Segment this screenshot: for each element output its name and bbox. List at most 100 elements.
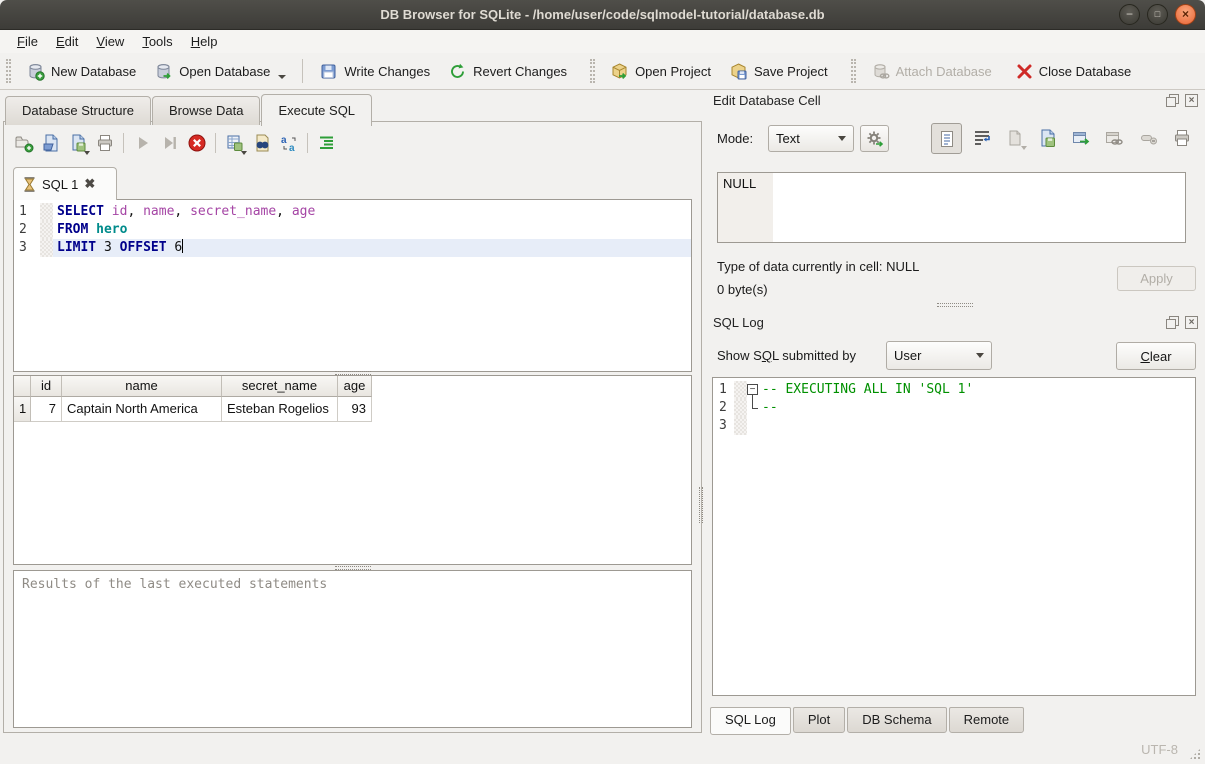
format-icon xyxy=(317,133,337,153)
toolbar-separator xyxy=(123,133,124,153)
text-document-icon xyxy=(937,129,957,149)
line-number: 2 xyxy=(713,399,734,417)
dock-close-icon[interactable]: × xyxy=(1185,94,1198,107)
replace-icon: aa xyxy=(279,133,299,153)
main-tab-widget: Database Structure Browse Data Execute S… xyxy=(0,90,705,735)
pane-splitter[interactable] xyxy=(698,470,703,540)
open-external-button[interactable] xyxy=(1067,125,1094,151)
column-header-secret-name[interactable]: secret_name xyxy=(222,376,338,397)
editor-line-current: 3 LIMIT 3 OFFSET 6 xyxy=(14,239,691,257)
cell-value-editor[interactable]: NULL xyxy=(717,172,1186,243)
tab-execute-sql[interactable]: Execute SQL xyxy=(261,94,372,126)
dock-float-icon[interactable] xyxy=(1166,94,1179,107)
column-header-age[interactable]: age xyxy=(338,376,372,397)
dock-close-icon[interactable]: × xyxy=(1185,316,1198,329)
log-line: 1 −-- EXECUTING ALL IN 'SQL 1' xyxy=(713,381,1195,399)
tab-db-schema[interactable]: DB Schema xyxy=(847,707,946,733)
auto-apply-button[interactable] xyxy=(860,125,889,152)
sql-editor[interactable]: 1 SELECT id, name, secret_name, age 2 FR… xyxy=(13,199,692,372)
toolbar-drag-handle[interactable] xyxy=(590,59,595,83)
close-button[interactable]: × xyxy=(1175,4,1196,25)
tab-plot[interactable]: Plot xyxy=(793,707,845,733)
save-file-dropdown-caret[interactable] xyxy=(84,151,90,155)
log-line: 2 -- xyxy=(713,399,1195,417)
column-header-name[interactable]: name xyxy=(62,376,222,397)
find-button[interactable] xyxy=(248,130,275,156)
format-sql-button[interactable] xyxy=(313,130,340,156)
column-header-id[interactable]: id xyxy=(31,376,62,397)
cell-id[interactable]: 7 xyxy=(31,397,62,422)
menu-view[interactable]: View xyxy=(87,31,133,52)
cell-name[interactable]: Captain North America xyxy=(62,397,222,422)
export-save-icon xyxy=(1038,128,1058,148)
mode-label: Mode: xyxy=(717,131,753,146)
bottom-dock-tab-bar: SQL Log Plot DB Schema Remote xyxy=(710,707,1024,735)
revert-changes-icon xyxy=(448,62,467,81)
dock-float-icon[interactable] xyxy=(1166,316,1179,329)
tab-remote[interactable]: Remote xyxy=(949,707,1025,733)
open-project-button[interactable]: Open Project xyxy=(601,57,720,86)
cell-age[interactable]: 93 xyxy=(338,397,372,422)
clear-log-button[interactable]: Clear xyxy=(1116,342,1196,370)
title-bar[interactable]: DB Browser for SQLite - /home/user/code/… xyxy=(0,0,1205,30)
sql-log-editor[interactable]: 1 −-- EXECUTING ALL IN 'SQL 1' 2 -- 3 xyxy=(712,377,1196,696)
menu-edit[interactable]: Edit xyxy=(47,31,87,52)
menu-tools[interactable]: Tools xyxy=(133,31,181,52)
tab-database-structure[interactable]: Database Structure xyxy=(5,96,151,125)
text-mode-button[interactable] xyxy=(931,123,962,154)
sql-tab-label: SQL 1 xyxy=(42,177,78,192)
sql-editor-tab[interactable]: SQL 1 ✖ xyxy=(13,167,117,200)
open-sql-tab-button[interactable] xyxy=(10,130,37,156)
tab-sql-log[interactable]: SQL Log xyxy=(710,707,791,735)
word-wrap-button[interactable] xyxy=(968,125,995,151)
new-database-button[interactable]: New Database xyxy=(17,57,145,86)
sql-tab-close-icon[interactable]: ✖ xyxy=(84,176,95,192)
execute-all-button xyxy=(129,130,156,156)
cell-secret-name[interactable]: Esteban Rogelios xyxy=(222,397,338,422)
resize-grip[interactable] xyxy=(1189,748,1201,760)
results-message-box: Results of the last executed statements xyxy=(13,570,692,728)
open-database-button[interactable]: Open Database xyxy=(145,57,295,86)
close-database-icon xyxy=(1016,63,1033,80)
save-sql-file-button[interactable] xyxy=(64,130,91,156)
log-filter-select[interactable]: User xyxy=(886,341,992,370)
editor-line: 1 SELECT id, name, secret_name, age xyxy=(14,203,691,221)
fold-connector xyxy=(747,399,762,417)
tab-browse-data[interactable]: Browse Data xyxy=(152,96,260,125)
dock-splitter[interactable] xyxy=(705,302,1205,307)
encoding-indicator: UTF-8 xyxy=(1141,742,1178,757)
print-cell-button[interactable] xyxy=(1168,125,1195,151)
open-database-dropdown-caret[interactable] xyxy=(278,75,286,79)
print-sql-button[interactable] xyxy=(91,130,118,156)
window-title: DB Browser for SQLite - /home/user/code/… xyxy=(380,7,824,22)
save-results-dropdown-caret[interactable] xyxy=(241,151,247,155)
replace-button[interactable]: aa xyxy=(275,130,302,156)
chevron-down-icon xyxy=(976,353,984,358)
attach-database-icon xyxy=(871,62,890,81)
toolbar-drag-handle[interactable] xyxy=(6,59,11,83)
right-dock: Edit Database Cell × Mode: Text NULL Typ… xyxy=(705,90,1205,735)
row-header[interactable]: 1 xyxy=(14,397,31,422)
execute-line-icon xyxy=(160,133,180,153)
write-changes-button[interactable]: Write Changes xyxy=(310,57,439,86)
save-results-button[interactable] xyxy=(221,130,248,156)
open-file-icon xyxy=(41,133,61,153)
mode-select[interactable]: Text xyxy=(768,125,854,152)
corner-header-cell[interactable] xyxy=(14,376,31,397)
close-database-button[interactable]: Close Database xyxy=(1007,58,1141,85)
save-project-button[interactable]: Save Project xyxy=(720,57,837,86)
log-line: 3 xyxy=(713,417,1195,435)
fold-marker[interactable]: − xyxy=(747,384,758,395)
open-sql-file-button[interactable] xyxy=(37,130,64,156)
menu-help[interactable]: Help xyxy=(182,31,227,52)
stop-execution-button[interactable] xyxy=(183,130,210,156)
results-grid: id name secret_name age 1 7 Captain Nort… xyxy=(13,375,692,565)
svg-text:a: a xyxy=(289,143,295,153)
minimize-button[interactable]: − xyxy=(1119,4,1140,25)
menu-file[interactable]: File xyxy=(8,31,47,52)
export-data-button[interactable] xyxy=(1034,125,1061,151)
revert-changes-button[interactable]: Revert Changes xyxy=(439,57,576,86)
maximize-button[interactable]: □ xyxy=(1147,4,1168,25)
toolbar-drag-handle[interactable] xyxy=(851,59,856,83)
chevron-down-icon xyxy=(838,136,846,141)
